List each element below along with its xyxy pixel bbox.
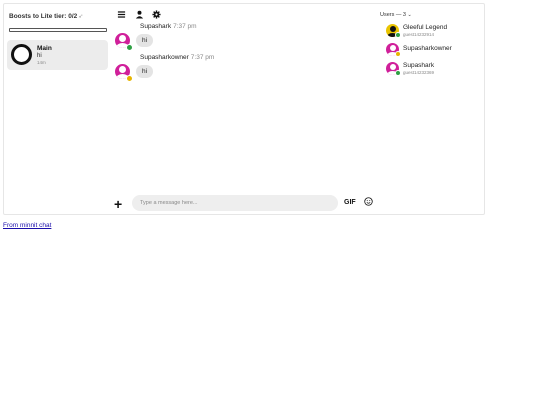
user-subtitle: guest14232369 — [403, 70, 435, 75]
room-time: 14m — [37, 60, 46, 65]
menu-icon[interactable] — [117, 10, 126, 19]
chevron-down-icon: ⌄ — [407, 12, 412, 18]
boost-progress-bar — [9, 28, 107, 32]
rooms-sidebar: Boosts to Lite tier: 0/2➶ Main hi 14m — [4, 4, 110, 214]
room-item-main[interactable]: Main hi 14m — [7, 40, 108, 70]
message-header: Supashark 7:37 pm — [140, 23, 197, 30]
message-author[interactable]: Supashark — [140, 23, 171, 30]
away-status-dot — [126, 75, 133, 82]
user-name: Supashark — [403, 62, 435, 69]
gif-button[interactable]: GIF — [344, 199, 356, 206]
user-name: Supasharkowner — [403, 45, 452, 52]
message-author[interactable]: Supasharkowner — [140, 54, 189, 61]
room-name: Main — [37, 45, 52, 52]
boost-status: Boosts to Lite tier: 0/2➶ — [9, 13, 83, 20]
gear-icon[interactable] — [152, 10, 161, 19]
away-status-dot — [395, 51, 401, 57]
smile-icon[interactable] — [364, 197, 373, 206]
users-title: Users — 3 — [380, 12, 406, 18]
user-list-item[interactable]: Supashark guest14232369 — [386, 61, 482, 77]
message-header: Supasharkowner 7:37 pm — [140, 54, 214, 61]
message-composer: + GIF — [114, 195, 379, 215]
message-bubble: hi — [136, 65, 154, 78]
online-status-dot — [126, 44, 133, 51]
room-last-message: hi — [37, 53, 42, 59]
message-time: 7:37 pm — [173, 23, 197, 30]
boost-label: Boosts to Lite tier: — [9, 13, 67, 20]
rocket-icon: ➶ — [78, 14, 84, 20]
boost-count: 0/2 — [68, 13, 78, 20]
online-status-dot — [395, 70, 401, 76]
online-status-dot — [395, 32, 401, 38]
user-list-item[interactable]: Supasharkowner — [386, 42, 482, 58]
user-list-item[interactable]: Gleeful Legend guest14232914 — [386, 23, 482, 39]
chat-window: Boosts to Lite tier: 0/2➶ Main hi 14m Su… — [3, 3, 485, 215]
add-attachment-button[interactable]: + — [114, 197, 122, 211]
user-icon[interactable] — [135, 10, 144, 19]
message-bubble: hi — [136, 34, 154, 47]
message-input[interactable] — [132, 195, 338, 211]
room-avatar — [11, 44, 32, 65]
users-header[interactable]: Users — 3 ⌄ — [380, 12, 412, 18]
minnit-link[interactable]: From minnit chat — [3, 222, 51, 229]
message-time: 7:37 pm — [190, 54, 215, 61]
user-name: Gleeful Legend — [403, 24, 448, 31]
user-subtitle: guest14232914 — [403, 32, 435, 37]
